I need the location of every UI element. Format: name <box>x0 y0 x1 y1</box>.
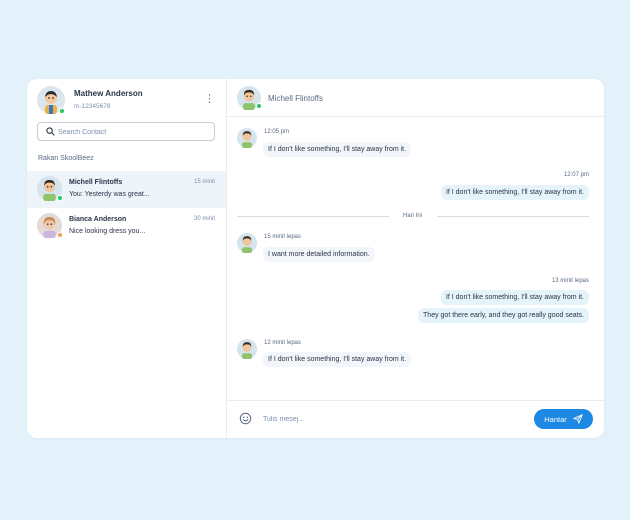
search-box[interactable] <box>37 122 215 141</box>
profile-id: m-12345678 <box>74 103 111 110</box>
avatar <box>237 128 257 148</box>
message-composer: Hantar <box>227 400 604 438</box>
divider-line <box>437 216 589 217</box>
avatar[interactable] <box>37 86 65 114</box>
message-time: 12:07 pm <box>563 172 589 178</box>
contact-time: 15 minit <box>193 179 215 185</box>
message-bubble-outgoing: If I don't like something, I'll stay awa… <box>440 185 589 200</box>
chat-app: Mathew Anderson m-12345678 ⋮ Rakan Skool… <box>27 79 604 438</box>
online-status-dot <box>256 103 262 109</box>
online-status-dot <box>59 108 65 114</box>
contact-group-label: Rakan SkoolBeez <box>38 155 94 162</box>
date-divider-label: Hari Ini <box>403 213 423 219</box>
contact-name: Michell Flintoffs <box>69 179 123 186</box>
contact-name: Bianca Anderson <box>69 216 127 223</box>
divider-line <box>237 216 389 217</box>
contact-time: 30 minit <box>193 216 215 222</box>
profile-name: Mathew Anderson <box>74 89 143 98</box>
message-list: 12:05 pm If I don't like something, I'll… <box>227 117 604 400</box>
message-bubble-incoming: If I don't like something, I'll stay awa… <box>263 352 412 367</box>
contact-item-michell[interactable]: Michell Flintoffs You: Yesterdy was grea… <box>27 171 226 208</box>
avatar <box>237 339 257 359</box>
chat-panel: Michell Flintoffs 12:05 pm If I don't li… <box>227 79 604 438</box>
message-bubble-outgoing: They got there early, and they got reall… <box>418 308 589 323</box>
chat-header: Michell Flintoffs <box>227 79 604 117</box>
message-time: 15 minit lepas <box>264 234 302 240</box>
search-icon <box>46 127 55 136</box>
contact-preview: You: Yesterdy was great... <box>69 191 150 198</box>
message-time: 13 minit lepas <box>551 278 589 284</box>
message-bubble-outgoing: If I don't like something, I'll stay awa… <box>440 290 589 305</box>
emoji-icon[interactable] <box>239 412 252 425</box>
message-time: 12 minit lepas <box>264 340 302 346</box>
message-bubble-incoming: If I don't like something, I'll stay awa… <box>263 142 412 157</box>
send-button-label: Hantar <box>544 414 567 424</box>
search-input[interactable] <box>58 125 208 139</box>
kebab-icon[interactable]: ⋮ <box>204 92 215 106</box>
contact-preview: Nice looking dress you... <box>69 228 146 235</box>
avatar <box>237 233 257 253</box>
sidebar: Mathew Anderson m-12345678 ⋮ Rakan Skool… <box>27 79 227 438</box>
profile-header: Mathew Anderson m-12345678 ⋮ <box>37 86 217 116</box>
send-icon <box>573 414 583 424</box>
away-status-dot <box>57 232 63 238</box>
contact-item-bianca[interactable]: Bianca Anderson Nice looking dress you..… <box>27 208 226 245</box>
message-time: 12:05 pm <box>264 129 290 135</box>
chat-contact-name: Michell Flintoffs <box>268 94 323 103</box>
message-bubble-incoming: I want more detailed information. <box>263 247 375 262</box>
message-input[interactable] <box>263 412 513 426</box>
send-button[interactable]: Hantar <box>534 409 593 429</box>
online-status-dot <box>57 195 63 201</box>
